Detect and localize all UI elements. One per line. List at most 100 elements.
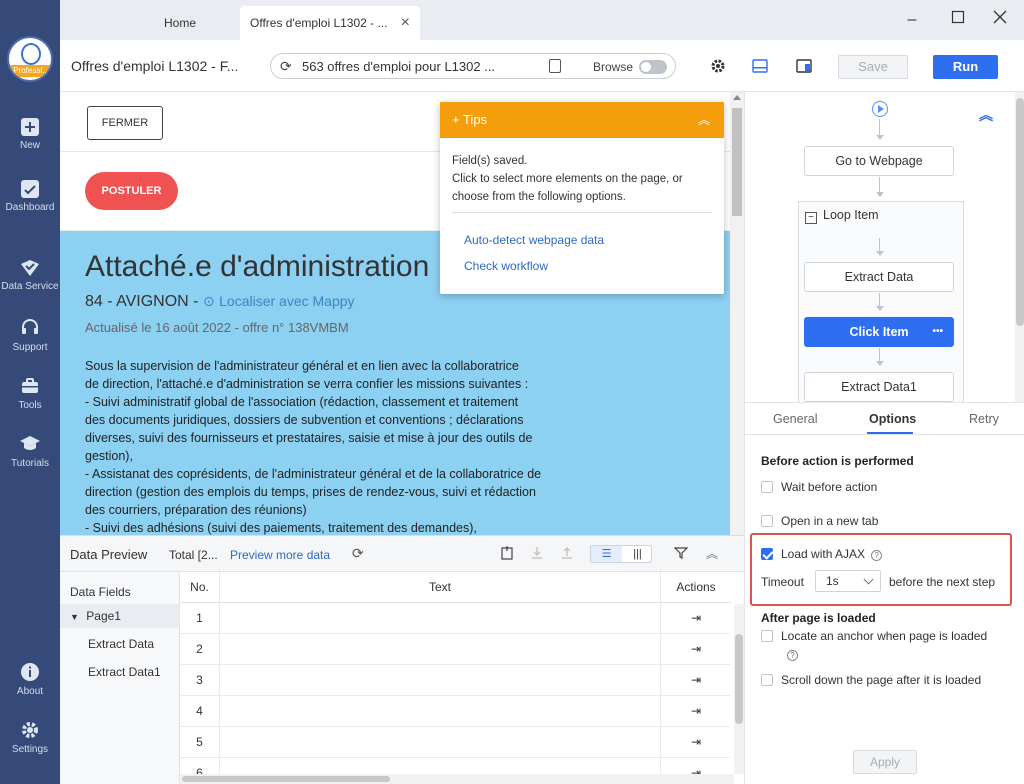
table-row[interactable]: 4 ⇥ [180, 696, 730, 727]
collapse-up-icon[interactable]: ︽ [706, 545, 720, 561]
job-description[interactable]: Sous la supervision de l'administrateur … [85, 357, 565, 535]
url-text[interactable]: 563 offres d'emploi pour L1302 ... [302, 59, 495, 74]
table-vertical-scrollbar[interactable] [734, 604, 744, 774]
tree-node-page1[interactable]: ▼ Page1 [70, 609, 121, 623]
minus-icon[interactable]: − [805, 212, 817, 224]
column-view-icon[interactable]: ||| [622, 546, 653, 562]
tab-home[interactable]: Home [120, 6, 240, 40]
workflow-node-go-to-webpage[interactable]: Go to Webpage [804, 146, 954, 176]
postuler-button[interactable]: POSTULER [85, 172, 178, 210]
row-action-icon[interactable]: ⇥ [661, 696, 731, 727]
gear-icon[interactable] [710, 58, 726, 74]
maximize-icon[interactable] [948, 10, 968, 30]
save-button[interactable]: Save [838, 55, 908, 79]
scroll-thumb[interactable] [182, 776, 390, 782]
table-row[interactable]: 3 ⇥ [180, 665, 730, 696]
load-ajax-checkbox[interactable] [761, 548, 773, 560]
scroll-thumb[interactable] [735, 634, 743, 724]
table-row[interactable]: 1 ⇥ [180, 603, 730, 634]
browse-toggle[interactable] [639, 60, 667, 74]
nav-dashboard[interactable]: Dashboard [0, 180, 60, 213]
page-source-icon[interactable] [549, 59, 561, 73]
locate-anchor-label[interactable]: Locate an anchor when page is loaded [781, 629, 987, 643]
collapse-up-icon[interactable]: ︽ [979, 105, 993, 125]
scroll-down-label[interactable]: Scroll down the page after it is loaded [781, 673, 981, 687]
view-toggle[interactable]: ☰ ||| [590, 545, 652, 563]
text-cell[interactable] [220, 727, 661, 758]
workflow-node-click-item[interactable]: Click Item ••• [804, 317, 954, 347]
filter-icon[interactable] [674, 546, 688, 560]
minimize-icon[interactable]: – [902, 10, 922, 30]
job-date[interactable]: Actualisé le 16 août 2022 - offre n° 138… [85, 320, 349, 335]
tab-options[interactable]: Options [869, 412, 916, 426]
apply-button[interactable]: Apply [853, 750, 917, 774]
play-start-icon[interactable] [872, 101, 888, 117]
scroll-thumb[interactable] [732, 108, 742, 216]
text-cell[interactable] [220, 603, 661, 634]
tab-offres[interactable]: Offres d'emploi L1302 - ... × [240, 6, 420, 40]
mappy-link[interactable]: Localiser avec Mappy [219, 293, 354, 309]
table-horizontal-scrollbar[interactable] [180, 774, 734, 784]
workflow-node-extract-data1[interactable]: Extract Data1 [804, 372, 954, 402]
job-title[interactable]: Attaché.e d'administration [85, 250, 429, 284]
load-ajax-option[interactable]: Load with AJAX? [781, 547, 883, 561]
add-field-icon[interactable] [500, 546, 514, 560]
loop-item-header[interactable]: − Loop Item [805, 208, 879, 224]
nav-support[interactable]: Support [0, 318, 60, 353]
user-avatar[interactable]: Professi... [7, 36, 53, 82]
timeout-select[interactable]: 1s [815, 570, 881, 592]
auto-detect-link[interactable]: Auto-detect webpage data [464, 233, 604, 247]
close-tab-icon[interactable]: × [401, 6, 410, 40]
open-new-tab-checkbox[interactable] [761, 515, 773, 527]
row-action-icon[interactable]: ⇥ [661, 634, 731, 665]
nav-data-service[interactable]: Data Service [0, 259, 60, 292]
table-row[interactable]: 5 ⇥ [180, 727, 730, 758]
row-action-icon[interactable]: ⇥ [661, 603, 731, 634]
table-row[interactable]: 2 ⇥ [180, 634, 730, 665]
wait-before-checkbox[interactable] [761, 481, 773, 493]
wait-before-label[interactable]: Wait before action [781, 480, 877, 494]
panel-icon[interactable] [796, 58, 812, 74]
nav-new[interactable]: New [0, 118, 60, 151]
open-new-tab-label[interactable]: Open in a new tab [781, 514, 878, 528]
scroll-thumb[interactable] [1016, 98, 1024, 326]
run-button[interactable]: Run [933, 55, 998, 79]
tree-item-extract-data[interactable]: Extract Data [88, 637, 154, 651]
tree-item-extract-data1[interactable]: Extract Data1 [88, 665, 161, 679]
help-icon[interactable]: ? [871, 550, 883, 561]
upload-icon[interactable] [560, 546, 574, 560]
row-action-icon[interactable]: ⇥ [661, 665, 731, 696]
list-view-icon[interactable]: ☰ [591, 546, 622, 562]
tips-header[interactable]: + Tips ︽ [440, 102, 724, 138]
download-icon[interactable] [530, 546, 544, 560]
scroll-down-checkbox[interactable] [761, 674, 773, 686]
locate-anchor-checkbox[interactable] [761, 630, 773, 642]
job-location[interactable]: 84 - AVIGNON - ⊙ Localiser avec Mappy [85, 293, 355, 311]
workflow-scrollbar[interactable] [1015, 92, 1024, 402]
nav-tools[interactable]: Tools [0, 376, 60, 411]
more-options-icon[interactable]: ••• [932, 318, 943, 346]
tab-retry[interactable]: Retry [969, 412, 999, 426]
text-cell[interactable] [220, 696, 661, 727]
row-action-icon[interactable]: ⇥ [661, 727, 731, 758]
layout-icon[interactable] [752, 58, 768, 74]
refresh-icon[interactable]: ⟳ [352, 545, 364, 562]
scroll-up-icon[interactable] [733, 95, 741, 100]
nav-tutorials[interactable]: Tutorials [0, 434, 60, 469]
task-title[interactable]: Offres d'emploi L1302 - F... [71, 58, 238, 74]
tab-general[interactable]: General [773, 412, 817, 426]
url-bar[interactable]: ⟳ 563 offres d'emploi pour L1302 ... Bro… [270, 53, 676, 79]
text-cell[interactable] [220, 634, 661, 665]
close-window-icon[interactable] [990, 10, 1010, 30]
collapse-up-icon[interactable]: ︽ [698, 102, 710, 138]
fermer-button[interactable]: FERMER [87, 106, 163, 140]
text-cell[interactable] [220, 665, 661, 696]
check-workflow-link[interactable]: Check workflow [464, 259, 548, 273]
nav-settings[interactable]: Settings [0, 720, 60, 755]
webpage-scrollbar[interactable] [730, 92, 744, 535]
reload-icon[interactable]: ⟳ [280, 58, 292, 75]
nav-about[interactable]: About [0, 662, 60, 697]
preview-more-link[interactable]: Preview more data [230, 548, 330, 562]
workflow-node-extract-data[interactable]: Extract Data [804, 262, 954, 292]
help-icon[interactable]: ? [787, 650, 798, 661]
